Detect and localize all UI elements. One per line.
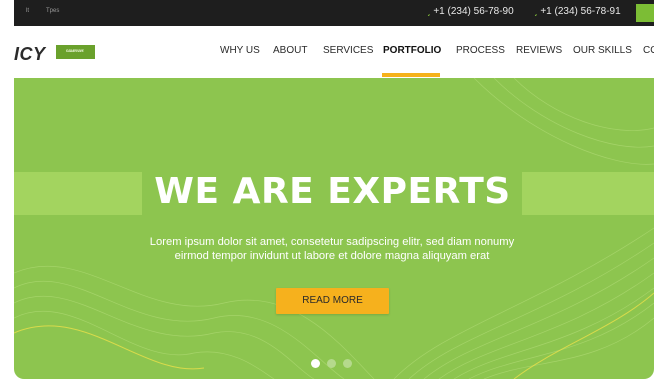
phone-icon: ˏ xyxy=(534,6,538,17)
slider-dot-1-active[interactable] xyxy=(311,359,320,368)
top-bar-mini-text: lt xyxy=(26,8,29,14)
hero-subtitle-line-1: Lorem ipsum dolor sit amet, consetetur s… xyxy=(149,236,515,248)
logo[interactable]: ICY xyxy=(14,44,46,65)
top-bar-mini-link[interactable]: Tpes xyxy=(46,8,59,14)
phone-number-1-text: +1 (234) 56-78-90 xyxy=(433,6,514,17)
slider-dot-2[interactable] xyxy=(327,359,336,368)
nav-item-process[interactable]: PROCESS xyxy=(456,45,505,56)
nav-item-contacts[interactable]: CO xyxy=(643,45,654,56)
phone-number-2-text: +1 (234) 56-78-91 xyxy=(540,6,621,17)
nav-item-portfolio[interactable]: PORTFOLIO xyxy=(383,45,441,56)
top-bar-action-button[interactable] xyxy=(636,4,654,22)
hero-slider: WE ARE EXPERTS Lorem ipsum dolor sit ame… xyxy=(14,78,654,379)
website-frame: lt Tpes ˏ +1 (234) 56-78-90 ˏ +1 (234) 56-… xyxy=(14,0,654,379)
hero-title: WE ARE EXPERTS xyxy=(154,171,511,212)
nav-item-services[interactable]: SERVICES xyxy=(323,45,373,56)
top-bar: lt Tpes ˏ +1 (234) 56-78-90 ˏ +1 (234) 56-… xyxy=(14,0,654,26)
wave-pattern-decoration xyxy=(14,78,654,379)
nav-item-why-us[interactable]: WHY US xyxy=(220,45,260,56)
phone-number-1[interactable]: ˏ +1 (234) 56-78-90 xyxy=(427,6,514,17)
logo-badge: COMPANY SALES DIE xyxy=(56,45,95,59)
hero-subtitle-line-2: eirmod tempor invidunt ut labore et dolo… xyxy=(174,250,490,262)
nav-item-about[interactable]: ABOUT xyxy=(273,45,307,56)
nav-item-our-skills[interactable]: OUR SKILLS xyxy=(573,45,632,56)
active-nav-indicator xyxy=(382,73,440,77)
phone-icon: ˏ xyxy=(427,6,431,17)
slider-dot-3[interactable] xyxy=(343,359,352,368)
phone-number-2[interactable]: ˏ +1 (234) 56-78-91 xyxy=(534,6,621,17)
hero-subtitle: Lorem ipsum dolor sit amet, consetetur s… xyxy=(109,235,555,263)
nav-item-reviews[interactable]: REVIEWS xyxy=(516,45,562,56)
read-more-button[interactable]: READ MORE xyxy=(276,288,389,314)
